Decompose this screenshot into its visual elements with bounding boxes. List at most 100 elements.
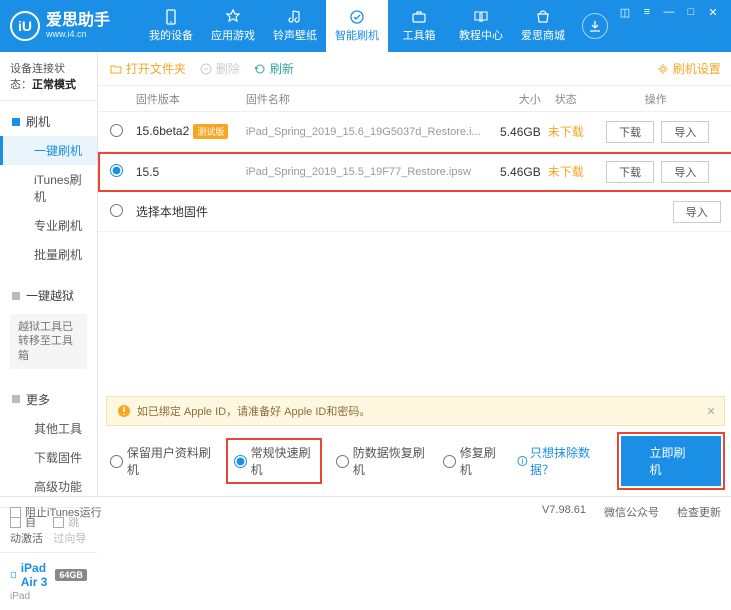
mode-normal-fast[interactable]: 常规快速刷机 — [228, 440, 320, 482]
skin-icon[interactable]: ◫ — [617, 4, 633, 20]
ringtone-icon — [287, 9, 303, 25]
local-firmware-label: 选择本地固件 — [136, 205, 208, 219]
nav-store[interactable]: 爱思商城 — [512, 0, 574, 52]
mode-label: 保留用户资料刷机 — [127, 444, 212, 478]
import-button[interactable]: 导入 — [661, 161, 709, 183]
nav-label: 我的设备 — [149, 27, 193, 43]
firmware-status: 未下载 — [541, 123, 591, 140]
button-label: 刷新 — [270, 60, 294, 77]
col-ops: 操作 — [591, 91, 721, 107]
firmware-radio[interactable] — [110, 124, 123, 137]
start-flash-button[interactable]: 立即刷机 — [621, 436, 720, 486]
firmware-radio[interactable] — [110, 204, 123, 217]
local-firmware-row[interactable]: 选择本地固件 导入 — [98, 192, 731, 232]
maximize-icon[interactable]: □ — [683, 4, 699, 20]
block-itunes-check[interactable]: 阻止iTunes运行 — [10, 504, 102, 520]
warning-text: 如已绑定 Apple ID，请准备好 Apple ID和密码。 — [137, 403, 371, 419]
firmware-filename: iPad_Spring_2019_15.6_19G5037d_Restore.i… — [246, 126, 481, 138]
refresh-icon — [254, 63, 266, 75]
firmware-radio[interactable] — [110, 164, 123, 177]
download-button[interactable]: 下载 — [606, 161, 654, 183]
import-button[interactable]: 导入 — [661, 121, 709, 143]
firmware-filename: iPad_Spring_2019_15.5_19F77_Restore.ipsw — [246, 166, 481, 178]
import-button[interactable]: 导入 — [673, 201, 721, 223]
open-folder-button[interactable]: 打开文件夹 — [110, 60, 186, 77]
nav-smart-flash[interactable]: 智能刷机 — [326, 0, 388, 52]
col-version: 固件版本 — [136, 91, 246, 107]
brand-url: www.i4.cn — [46, 30, 110, 40]
statusbar: 阻止iTunes运行 V7.98.61 微信公众号 检查更新 — [0, 496, 731, 526]
lock-icon — [12, 292, 20, 300]
firmware-status: 未下载 — [541, 163, 591, 180]
top-nav: 我的设备 应用游戏 铃声壁纸 智能刷机 工具箱 教程中心 爱思商城 — [140, 0, 574, 52]
nav-label: 爱思商城 — [521, 27, 565, 43]
mode-label: 常规快速刷机 — [251, 444, 314, 478]
mode-label: 防数据恢复刷机 — [353, 444, 427, 478]
nav-label: 铃声壁纸 — [273, 27, 317, 43]
sidebar-item-onekey-flash[interactable]: 一键刷机 — [0, 136, 97, 165]
delete-button[interactable]: 删除 — [200, 60, 240, 77]
delete-icon — [200, 63, 212, 75]
nav-label: 智能刷机 — [335, 27, 379, 43]
check-update-link[interactable]: 检查更新 — [677, 504, 721, 520]
sidebar-item-download-fw[interactable]: 下载固件 — [0, 443, 97, 472]
nav-my-device[interactable]: 我的设备 — [140, 0, 202, 52]
appleid-warning: 如已绑定 Apple ID，请准备好 Apple ID和密码。 ✕ — [106, 396, 725, 426]
warning-icon — [117, 404, 131, 418]
sidebar-group-label: 一键越狱 — [26, 287, 74, 304]
tutorial-icon — [473, 9, 489, 25]
firmware-size: 5.46GB — [481, 125, 541, 139]
help-link-label: 只想抹除数据？ — [530, 444, 605, 478]
refresh-button[interactable]: 刷新 — [254, 60, 294, 77]
sidebar-item-advanced[interactable]: 高级功能 — [0, 472, 97, 501]
close-warning-icon[interactable]: ✕ — [707, 405, 716, 418]
toolbar: 打开文件夹 删除 刷新 刷机设置 — [98, 52, 731, 86]
version-text: V7.98.61 — [542, 504, 586, 520]
tablet-icon — [10, 569, 17, 581]
window-controls: ◫ ≡ — □ ✕ — [617, 0, 721, 20]
wechat-link[interactable]: 微信公众号 — [604, 504, 659, 520]
firmware-row[interactable]: 15.6beta2测试版 iPad_Spring_2019_15.6_19G50… — [98, 112, 731, 152]
erase-only-help-link[interactable]: 只想抹除数据？ — [517, 444, 605, 478]
mode-anti-recovery[interactable]: 防数据恢复刷机 — [336, 444, 427, 478]
sidebar-item-pro-flash[interactable]: 专业刷机 — [0, 211, 97, 240]
flash-mode-row: 保留用户资料刷机 常规快速刷机 防数据恢复刷机 修复刷机 只想抹除数据？ 立即刷… — [98, 426, 731, 496]
button-label: 删除 — [216, 60, 240, 77]
nav-tutorials[interactable]: 教程中心 — [450, 0, 512, 52]
sidebar-group-more[interactable]: 更多 — [0, 385, 97, 414]
firmware-version: 15.5 — [136, 165, 159, 179]
nav-toolbox[interactable]: 工具箱 — [388, 0, 450, 52]
toolbox-icon — [411, 9, 427, 25]
apps-icon — [225, 9, 241, 25]
device-name-text: iPad Air 3 — [21, 561, 52, 589]
menu-icon[interactable]: ≡ — [639, 4, 655, 20]
firmware-size: 5.46GB — [481, 165, 541, 179]
download-button[interactable]: 下载 — [606, 121, 654, 143]
sidebar-item-batch-flash[interactable]: 批量刷机 — [0, 240, 97, 269]
firmware-row[interactable]: 15.5 iPad_Spring_2019_15.5_19F77_Restore… — [98, 152, 731, 192]
brand-logo: iU 爱思助手 www.i4.cn — [10, 11, 110, 41]
download-manager-icon[interactable] — [582, 13, 608, 39]
sidebar-group-label: 刷机 — [26, 113, 50, 130]
device-card[interactable]: iPad Air 3 64GB iPad — [0, 552, 97, 610]
minimize-icon[interactable]: — — [661, 4, 677, 20]
folder-icon — [110, 63, 122, 75]
titlebar: iU 爱思助手 www.i4.cn 我的设备 应用游戏 铃声壁纸 智能刷机 工具… — [0, 0, 731, 52]
mode-keep-data[interactable]: 保留用户资料刷机 — [110, 444, 212, 478]
close-icon[interactable]: ✕ — [705, 4, 721, 20]
device-type: iPad — [10, 591, 87, 602]
main-panel: 打开文件夹 删除 刷新 刷机设置 固件版本 固件名称 大小 状态 操作 — [98, 52, 731, 496]
sidebar-group-flash[interactable]: 刷机 — [0, 107, 97, 136]
sidebar-item-other-tools[interactable]: 其他工具 — [0, 414, 97, 443]
table-header: 固件版本 固件名称 大小 状态 操作 — [98, 86, 731, 112]
sidebar-item-itunes-flash[interactable]: iTunes刷机 — [0, 165, 97, 211]
jailbreak-moved-note: 越狱工具已转移至工具箱 — [10, 314, 87, 369]
logo-icon: iU — [10, 11, 40, 41]
mode-repair[interactable]: 修复刷机 — [443, 444, 502, 478]
firmware-version: 15.6beta2 — [136, 124, 189, 138]
flash-settings-button[interactable]: 刷机设置 — [657, 60, 721, 77]
nav-label: 应用游戏 — [211, 27, 255, 43]
nav-ringtones[interactable]: 铃声壁纸 — [264, 0, 326, 52]
nav-apps-games[interactable]: 应用游戏 — [202, 0, 264, 52]
sidebar-group-jailbreak[interactable]: 一键越狱 — [0, 281, 97, 310]
